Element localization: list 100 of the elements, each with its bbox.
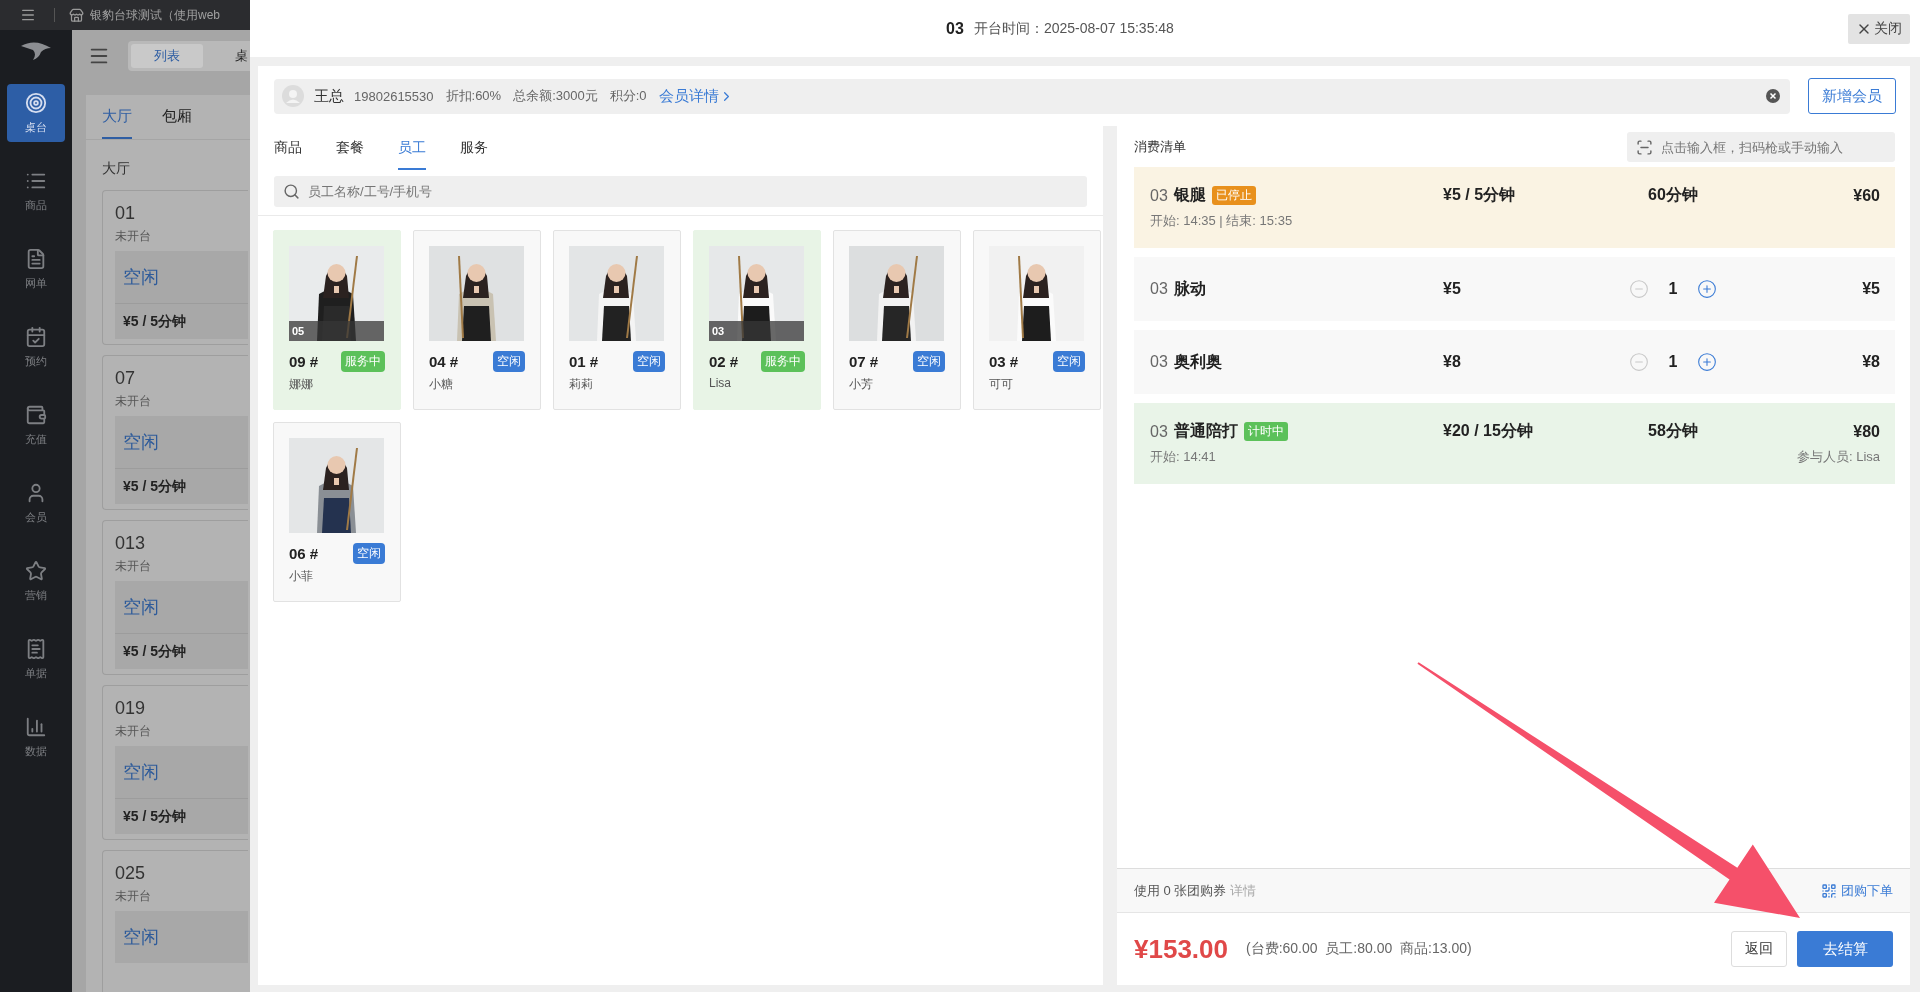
status-tag: 空闲 — [353, 543, 385, 564]
item-price: ¥5 — [1443, 279, 1462, 299]
view-tab[interactable]: 列表 — [131, 44, 203, 68]
item-price: ¥8 — [1443, 352, 1462, 372]
nav-item[interactable]: 单据 — [7, 630, 65, 688]
nav-item[interactable]: 充值 — [7, 396, 65, 454]
staff-card[interactable]: 05 09 # 服务中 娜娜 — [273, 230, 401, 410]
app-title: 银豹台球测试（使用web — [90, 6, 220, 24]
staff-card[interactable]: 03 # 空闲 可可 — [973, 230, 1101, 410]
table-card[interactable]: 01 未开台 空闲 ¥5 / 5分钟 — [102, 190, 248, 345]
order-title: 消费清单 — [1134, 138, 1186, 156]
staff-name: 娜娜 — [289, 376, 314, 393]
member-discount: 折扣:60% — [445, 87, 502, 105]
table-status: 空闲 — [115, 251, 248, 303]
table-card[interactable]: 013 未开台 空闲 ¥5 / 5分钟 — [102, 520, 248, 675]
table-card[interactable]: 019 未开台 空闲 ¥5 / 5分钟 — [102, 685, 248, 840]
category-tab[interactable]: 商品 — [274, 126, 302, 170]
item-table: 03 — [1150, 353, 1168, 371]
item-table: 03 — [1150, 422, 1168, 441]
status-tag: 服务中 — [341, 351, 385, 372]
nav-item[interactable]: 预约 — [7, 318, 65, 376]
qr-code-icon — [1821, 882, 1837, 899]
status-tag: 服务中 — [761, 351, 805, 372]
table-card[interactable]: 025 未开台 空闲 — [102, 850, 248, 992]
staff-name: 小芳 — [849, 376, 874, 393]
staff-number: 02 # — [709, 353, 739, 370]
table-status: 空闲 — [115, 911, 248, 963]
table-badge: 03 — [709, 321, 804, 341]
scan-icon — [1636, 139, 1653, 156]
staff-card[interactable]: 07 # 空闲 小芳 — [833, 230, 961, 410]
total-amount: ¥153.00 — [1134, 933, 1228, 965]
nav-item[interactable]: 会员 — [7, 474, 65, 532]
staff-card[interactable]: 04 # 空闲 小糖 — [413, 230, 541, 410]
group-order-link[interactable]: 团购下单 — [1841, 881, 1893, 900]
coupon-text: 使用 0 张团购券 — [1134, 881, 1227, 900]
item-amount: ¥5 — [1861, 279, 1880, 299]
star-icon — [25, 559, 47, 582]
category-tab[interactable]: 员工 — [398, 126, 426, 170]
search-field[interactable]: 员工名称/工号/手机号 — [274, 176, 1087, 207]
table-number: 019 — [115, 698, 146, 719]
nav-item[interactable]: 桌台 — [7, 84, 65, 142]
item-amount: ¥60 — [1852, 185, 1880, 206]
section-title: 大厅 — [102, 160, 130, 178]
table-status: 空闲 — [115, 416, 248, 468]
nav-item[interactable]: 营销 — [7, 552, 65, 610]
item-name: 奥利奥 — [1173, 351, 1222, 372]
chart-icon — [25, 715, 47, 738]
back-button[interactable]: 返回 — [1731, 931, 1787, 967]
receipt-icon — [25, 637, 47, 660]
plus-icon[interactable] — [1697, 279, 1718, 299]
staff-name: 小菲 — [289, 568, 314, 585]
staff-card[interactable]: 06 # 空闲 小菲 — [273, 422, 401, 602]
staff-number: 06 # — [289, 545, 319, 562]
staff-number: 03 # — [989, 353, 1019, 370]
category-tab[interactable]: 套餐 — [336, 126, 364, 170]
staff-number: 04 # — [429, 353, 459, 370]
table-number: 013 — [115, 533, 146, 554]
member-detail-link[interactable]: 会员详情 — [658, 86, 734, 106]
member-phone: 19802615530 — [354, 88, 434, 104]
item-times: 开始: 14:35 | 结束: 15:35 — [1150, 212, 1293, 230]
staff-card[interactable]: 03 02 # 服务中 Lisa — [693, 230, 821, 410]
item-duration: 60分钟 — [1647, 185, 1699, 205]
menu-icon[interactable] — [20, 7, 36, 23]
item-name: 普通陪打 — [1173, 421, 1238, 441]
plus-icon[interactable] — [1697, 352, 1718, 372]
table-price: ¥5 / 5分钟 — [115, 633, 248, 669]
item-name: 银腿 — [1173, 185, 1206, 205]
scan-field[interactable]: 点击输入框，扫码枪或手动输入 — [1627, 132, 1895, 162]
nav-item[interactable]: 商品 — [7, 162, 65, 220]
item-participants: 参与人员: Lisa — [1796, 448, 1880, 466]
add-member-button[interactable]: 新增会员 — [1808, 78, 1896, 114]
nav-item[interactable]: 数据 — [7, 708, 65, 766]
item-price: ¥5 / 5分钟 — [1443, 185, 1517, 205]
table-number: 03 — [946, 19, 964, 38]
area-tab[interactable]: 包厢 — [162, 95, 192, 139]
close-button[interactable]: 关闭 — [1848, 13, 1910, 44]
table-price: ¥5 / 5分钟 — [115, 303, 248, 339]
table-state: 未开台 — [115, 228, 151, 245]
clear-icon[interactable] — [1766, 89, 1780, 103]
item-quantity: 1 — [1668, 353, 1678, 371]
checkout-button[interactable]: 去结算 — [1797, 931, 1893, 967]
item-name: 脉动 — [1173, 278, 1206, 299]
member-points: 积分:0 — [609, 87, 647, 105]
nav-item[interactable]: 网单 — [7, 240, 65, 298]
calendar-icon — [25, 325, 47, 348]
table-state: 未开台 — [115, 888, 151, 905]
logo-icon — [19, 40, 53, 62]
member-balance: 总余额:3000元 — [513, 87, 598, 105]
category-tab[interactable]: 服务 — [460, 126, 488, 170]
staff-name: 可可 — [989, 376, 1014, 393]
status-tag: 空闲 — [493, 351, 525, 372]
table-status: 空闲 — [115, 746, 248, 798]
staff-card[interactable]: 01 # 空闲 莉莉 — [553, 230, 681, 410]
item-amount: ¥80 — [1852, 421, 1880, 442]
table-status: 空闲 — [115, 581, 248, 633]
table-number: 025 — [115, 863, 146, 884]
status-tag: 空闲 — [633, 351, 665, 372]
item-quantity: 1 — [1668, 280, 1678, 298]
item-price: ¥20 / 15分钟 — [1443, 421, 1534, 441]
table-card[interactable]: 07 未开台 空闲 ¥5 / 5分钟 — [102, 355, 248, 510]
